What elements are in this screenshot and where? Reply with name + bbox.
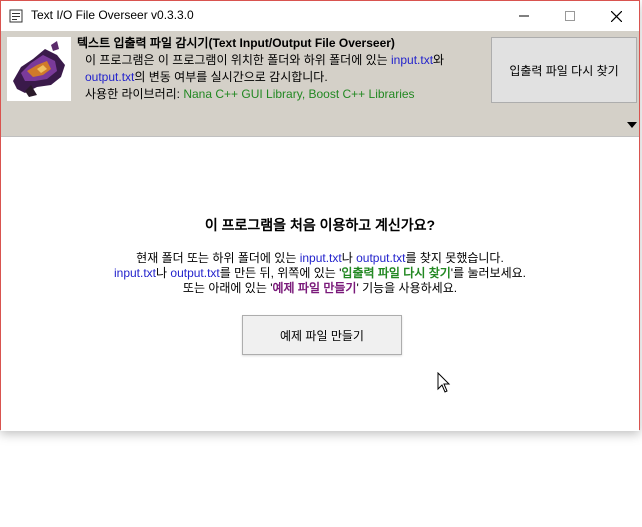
instructions: 현재 폴더 또는 하위 폴더에 있는 input.txt나 output.txt… — [1, 251, 639, 296]
output-file-ref-2: output.txt — [170, 266, 220, 280]
header-line-2-text: 의 변동 여부를 실시간으로 감시합니다. — [134, 70, 328, 84]
header-line-1-text: 이 프로그램은 이 프로그램이 위치한 폴더와 하위 폴더에 있는 — [85, 53, 392, 67]
instruction-1-mid: 나 — [341, 251, 357, 265]
instruction-1-tail: 를 찾지 못했습니다. — [405, 251, 504, 265]
header-panel: 텍스트 입출력 파일 감시기(Text Input/Output File Ov… — [1, 31, 639, 136]
collapse-arrow-icon[interactable] — [627, 122, 637, 128]
rediscover-button-ref: 입출력 파일 다시 찾기 — [341, 266, 451, 280]
first-time-question: 이 프로그램을 처음 이용하고 계신가요? — [204, 217, 436, 233]
instruction-line-2: input.txt나 output.txt를 만든 뒤, 위쪽에 있는 '입출력… — [1, 266, 639, 281]
minimize-icon — [519, 15, 529, 17]
header-description: 텍스트 입출력 파일 감시기(Text Input/Output File Ov… — [77, 35, 444, 103]
header-title: 텍스트 입출력 파일 감시기(Text Input/Output File Ov… — [77, 36, 395, 50]
title-bar[interactable]: Text I/O File Overseer v0.3.3.0 — [1, 1, 639, 31]
close-button[interactable] — [593, 1, 639, 31]
header-line-2: output.txt의 변동 여부를 실시간으로 감시합니다. — [77, 69, 444, 86]
input-file-name: input.txt — [391, 53, 434, 67]
logo-image — [7, 37, 71, 101]
instruction-3-text: 또는 아래에 있는 ' — [182, 281, 273, 295]
header-line-3: 사용한 라이브러리: Nana C++ GUI Library, Boost C… — [77, 86, 444, 103]
input-file-ref: input.txt — [299, 251, 342, 265]
maximize-icon — [565, 11, 575, 21]
instruction-line-3: 또는 아래에 있는 '예제 파일 만들기' 기능을 사용하세요. — [1, 281, 639, 296]
window-title: Text I/O File Overseer v0.3.3.0 — [31, 8, 194, 22]
libraries-label: 사용한 라이브러리: — [85, 87, 184, 101]
close-icon — [610, 10, 622, 22]
app-window: Text I/O File Overseer v0.3.3.0 텍스트 입출력 … — [0, 0, 640, 431]
libraries-list: Nana C++ GUI Library, Boost C++ Librarie… — [183, 87, 415, 101]
maximize-button[interactable] — [547, 1, 593, 31]
instruction-3-tail: ' 기능을 사용하세요. — [356, 281, 458, 295]
instruction-1-text: 현재 폴더 또는 하위 폴더에 있는 — [136, 251, 300, 265]
create-example-files-button[interactable]: 예제 파일 만들기 — [242, 315, 402, 355]
app-icon — [9, 9, 23, 23]
instruction-2-tail: '를 눌러보세요. — [450, 266, 526, 280]
instruction-2-mid1: 나 — [156, 266, 171, 280]
main-content: 이 프로그램을 처음 이용하고 계신가요? 현재 폴더 또는 하위 폴더에 있는… — [1, 136, 639, 431]
output-file-name: output.txt — [85, 70, 135, 84]
instruction-line-1: 현재 폴더 또는 하위 폴더에 있는 input.txt나 output.txt… — [1, 251, 639, 266]
header-line-1-tail: 와 — [433, 53, 445, 67]
instruction-2-mid2: 를 만든 뒤, 위쪽에 있는 ' — [219, 266, 342, 280]
input-file-ref-2: input.txt — [113, 266, 157, 280]
rediscover-files-button[interactable]: 입출력 파일 다시 찾기 — [491, 37, 637, 103]
minimize-button[interactable] — [501, 1, 547, 31]
header-line-1: 이 프로그램은 이 프로그램이 위치한 폴더와 하위 폴더에 있는 input.… — [77, 52, 444, 69]
mouse-cursor-icon — [437, 372, 451, 393]
output-file-ref: output.txt — [356, 251, 406, 265]
example-button-ref: 예제 파일 만들기 — [272, 281, 357, 295]
